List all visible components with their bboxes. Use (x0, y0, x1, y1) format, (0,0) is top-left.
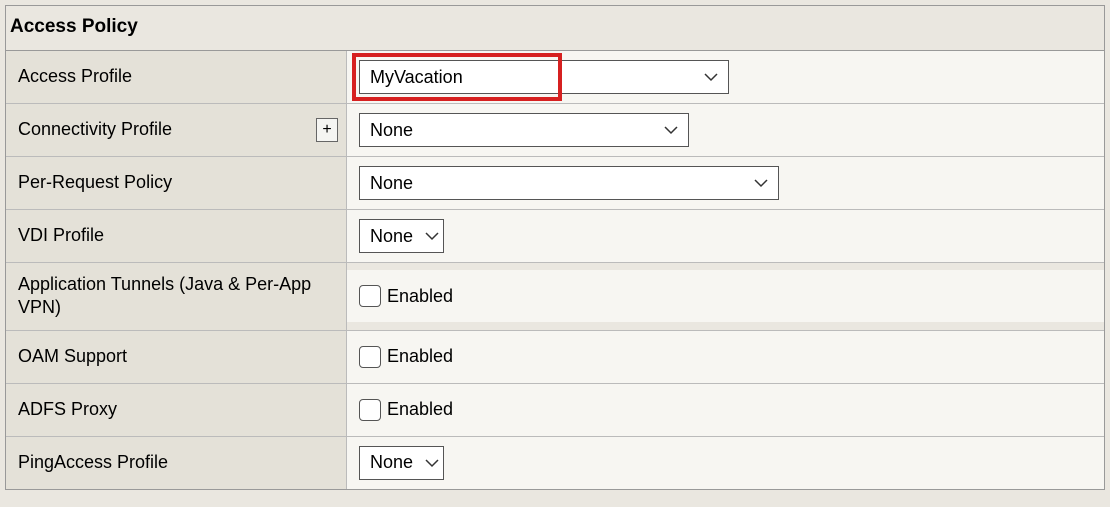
pingaccess-profile-label: PingAccess Profile (18, 451, 338, 474)
per-request-policy-select[interactable]: None (359, 166, 779, 200)
row-vdi-profile: VDI Profile None (6, 210, 1104, 263)
label-cell: ADFS Proxy (6, 384, 347, 436)
adfs-proxy-checkbox[interactable] (359, 399, 381, 421)
row-connectivity-profile: Connectivity Profile + None (6, 104, 1104, 157)
connectivity-profile-value: None (370, 120, 413, 141)
panel-title: Access Policy (6, 6, 1104, 51)
control-cell: None (347, 157, 1104, 209)
control-cell: None (347, 104, 1104, 156)
per-request-policy-label: Per-Request Policy (18, 171, 338, 194)
oam-support-checkbox[interactable] (359, 346, 381, 368)
adfs-proxy-checkbox-label: Enabled (387, 399, 453, 420)
access-profile-select[interactable]: MyVacation (359, 60, 729, 94)
control-cell: None (347, 437, 1104, 489)
vdi-profile-select[interactable]: None (359, 219, 444, 253)
row-adfs-proxy: ADFS Proxy Enabled (6, 384, 1104, 437)
label-cell: Per-Request Policy (6, 157, 347, 209)
chevron-down-icon (425, 458, 439, 468)
access-policy-panel: Access Policy Access Profile MyVacation … (5, 5, 1105, 490)
application-tunnels-checkbox-label: Enabled (387, 286, 453, 307)
label-cell: Access Profile (6, 51, 347, 103)
row-pingaccess-profile: PingAccess Profile None (6, 437, 1104, 489)
access-profile-value: MyVacation (370, 67, 463, 88)
application-tunnels-checkbox[interactable] (359, 285, 381, 307)
control-cell: Enabled (347, 270, 1104, 322)
row-application-tunnels: Application Tunnels (Java & Per-App VPN)… (6, 263, 1104, 331)
oam-support-label: OAM Support (18, 345, 338, 368)
label-cell: PingAccess Profile (6, 437, 347, 489)
connectivity-profile-label: Connectivity Profile (18, 118, 310, 141)
row-per-request-policy: Per-Request Policy None (6, 157, 1104, 210)
access-profile-label: Access Profile (18, 65, 338, 88)
label-cell: VDI Profile (6, 210, 347, 262)
row-access-profile: Access Profile MyVacation (6, 51, 1104, 104)
pingaccess-profile-value: None (370, 452, 413, 473)
control-cell: Enabled (347, 384, 1104, 436)
control-cell: MyVacation (347, 51, 1104, 103)
control-cell: Enabled (347, 331, 1104, 383)
chevron-down-icon (704, 72, 718, 82)
chevron-down-icon (425, 231, 439, 241)
control-cell: None (347, 210, 1104, 262)
connectivity-profile-select[interactable]: None (359, 113, 689, 147)
vdi-profile-value: None (370, 226, 413, 247)
chevron-down-icon (754, 178, 768, 188)
vdi-profile-label: VDI Profile (18, 224, 338, 247)
adfs-proxy-label: ADFS Proxy (18, 398, 338, 421)
row-oam-support: OAM Support Enabled (6, 331, 1104, 384)
per-request-policy-value: None (370, 173, 413, 194)
application-tunnels-label: Application Tunnels (Java & Per-App VPN) (18, 273, 338, 320)
label-cell: Connectivity Profile + (6, 104, 347, 156)
pingaccess-profile-select[interactable]: None (359, 446, 444, 480)
label-cell: Application Tunnels (Java & Per-App VPN) (6, 263, 347, 330)
label-cell: OAM Support (6, 331, 347, 383)
oam-support-checkbox-label: Enabled (387, 346, 453, 367)
add-connectivity-profile-button[interactable]: + (316, 118, 338, 142)
chevron-down-icon (664, 125, 678, 135)
